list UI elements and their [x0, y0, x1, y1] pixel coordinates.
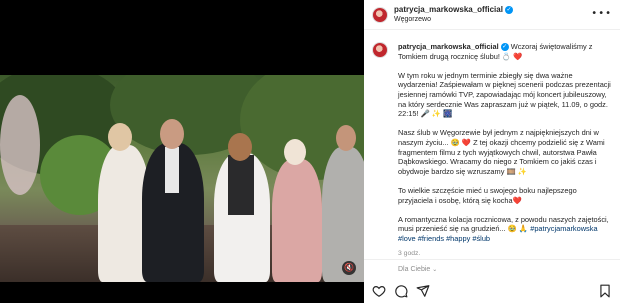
- location-link[interactable]: Węgorzewo: [394, 16, 431, 23]
- wedding-video[interactable]: 🔇: [0, 75, 364, 282]
- comment-icon[interactable]: [394, 284, 408, 298]
- bookmark-icon[interactable]: [598, 284, 612, 298]
- header-username-text[interactable]: patrycja_markowska_official: [394, 5, 503, 14]
- divider: [364, 259, 620, 260]
- caption-text: patrycja_markowska_official ✓ Wczoraj świ…: [398, 42, 612, 259]
- hashtags[interactable]: #love #friends #happy #ślub: [398, 234, 490, 243]
- action-bar: [364, 281, 620, 303]
- muted-speaker-icon[interactable]: 🔇: [342, 261, 356, 275]
- more-dots-icon[interactable]: •••: [591, 8, 612, 19]
- heart-icon[interactable]: [372, 284, 386, 298]
- caption-section: patrycja_markowska_official ✓ Wczoraj świ…: [364, 34, 620, 259]
- avatar[interactable]: [372, 7, 388, 23]
- post-header: patrycja_markowska_official ✓ Węgorzewo •…: [364, 0, 620, 30]
- post-media: 🔇: [0, 0, 364, 303]
- caption-paragraph-4: To wielkie szczęście mieć u swojego boku…: [398, 185, 579, 205]
- caption-username[interactable]: patrycja_markowska_official: [398, 42, 499, 51]
- for-you-dropdown[interactable]: Dla Ciebie ⌄: [398, 266, 437, 273]
- caption-avatar[interactable]: [372, 42, 388, 58]
- verified-badge-icon: ✓: [500, 43, 509, 52]
- chevron-down-icon: ⌄: [432, 266, 438, 273]
- verified-badge-icon: ✓: [504, 5, 513, 14]
- mention-hashtag[interactable]: #patrycjamarkowska: [530, 224, 597, 233]
- post-timestamp: 3 godz.: [398, 250, 421, 258]
- header-username[interactable]: patrycja_markowska_official ✓: [394, 5, 513, 14]
- for-you-label[interactable]: Dla Ciebie: [398, 266, 430, 273]
- caption-paragraph-3: Nasz ślub w Węgorzewie był jednym z najp…: [398, 128, 607, 176]
- caption-paragraph-2: W tym roku w jednym terminie zbiegły się…: [398, 70, 613, 119]
- share-icon[interactable]: [416, 284, 430, 298]
- post-panel: patrycja_markowska_official ✓ Węgorzewo •…: [364, 0, 620, 303]
